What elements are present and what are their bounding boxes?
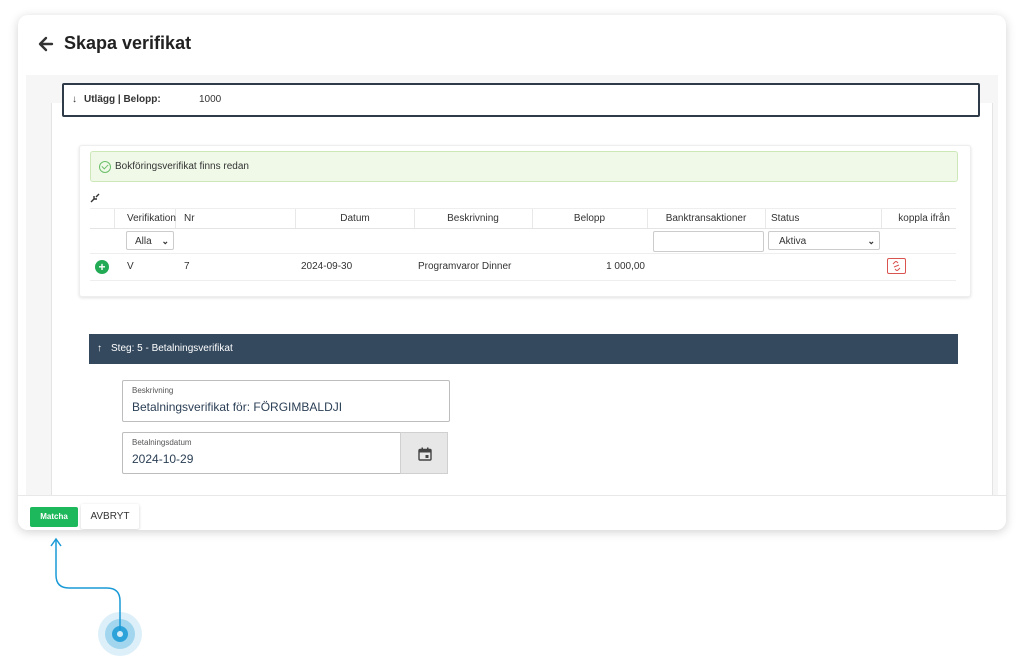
pointer-dot-center [117,631,123,637]
click-pointer-annotation [50,537,142,656]
